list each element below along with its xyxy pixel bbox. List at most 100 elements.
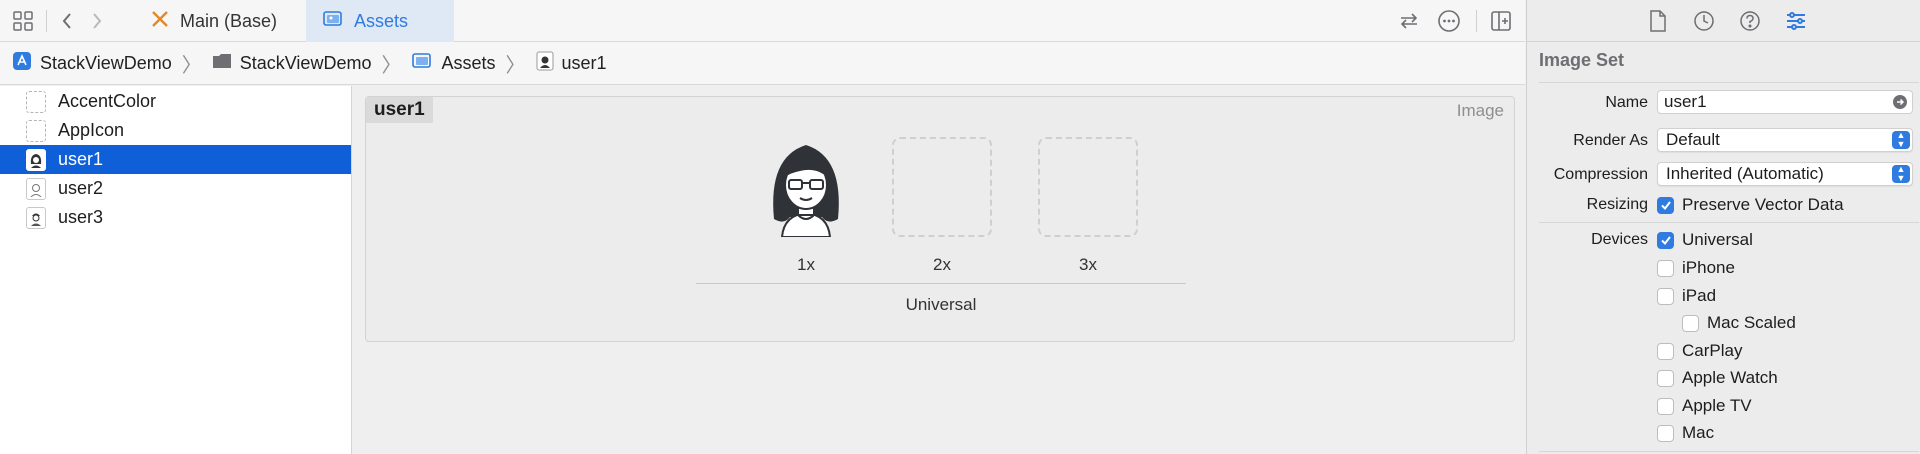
breadcrumb-separator: 〉 — [381, 54, 402, 77]
forward-chevron-icon[interactable] — [84, 8, 110, 34]
divider — [1539, 82, 1919, 83]
checkbox-box — [1657, 259, 1674, 277]
more-options-icon[interactable] — [1436, 8, 1462, 34]
compression-value: Inherited (Automatic) — [1666, 164, 1824, 183]
divider — [1476, 10, 1477, 32]
device-checkbox-ipad[interactable]: iPad — [1657, 286, 1716, 306]
render-as-popup[interactable]: Default ▲ ▼ — [1657, 128, 1913, 152]
avatar-thumbnail-icon — [26, 177, 46, 200]
breadcrumb-item-folder[interactable]: StackViewDemo — [212, 52, 372, 75]
checkbox-label: Apple Watch — [1682, 368, 1778, 387]
arrow-circle-icon[interactable] — [1892, 94, 1908, 115]
name-label: Name — [1605, 94, 1648, 111]
resizing-label: Resizing — [1586, 196, 1648, 213]
device-checkbox-iphone[interactable]: iPhone — [1657, 258, 1735, 278]
grid-icon[interactable] — [10, 8, 36, 34]
checkbox-box — [1657, 369, 1674, 387]
app-project-icon — [12, 51, 32, 76]
compression-popup[interactable]: Inherited (Automatic) ▲ ▼ — [1657, 162, 1913, 186]
checkmark-icon — [1657, 231, 1674, 249]
color-set-icon — [26, 90, 46, 113]
device-checkbox-apple-tv[interactable]: Apple TV — [1657, 396, 1752, 416]
swap-arrows-icon[interactable] — [1396, 8, 1422, 34]
list-item-accentcolor[interactable]: AccentColor — [0, 87, 351, 116]
list-item-label: user3 — [58, 207, 104, 227]
avatar-thumbnail-icon — [26, 148, 46, 171]
tab-assets[interactable]: Assets — [306, 0, 454, 42]
checkbox-label: Apple TV — [1682, 396, 1752, 415]
breadcrumb-item-project[interactable]: StackViewDemo — [12, 51, 172, 76]
tab-label: Main (Base) — [180, 10, 278, 31]
image-set-title: user1 — [366, 97, 433, 123]
image-set-card: user1 Image 1x 2x 3x Universal — [365, 96, 1515, 342]
breadcrumb-label: StackViewDemo — [40, 52, 172, 73]
checkbox-box — [1657, 397, 1674, 415]
folder-icon — [212, 52, 232, 75]
breadcrumb-item-imageset[interactable]: user1 — [536, 51, 607, 76]
checkbox-label: iPad — [1682, 286, 1717, 305]
divider — [1539, 451, 1919, 452]
name-field[interactable]: user1 — [1657, 90, 1913, 114]
divider — [46, 10, 47, 32]
asset-catalog-icon — [322, 9, 344, 34]
history-inspector-icon[interactable] — [1691, 8, 1717, 34]
name-field-value: user1 — [1664, 92, 1707, 111]
render-as-label: Render As — [1573, 132, 1648, 149]
render-as-value: Default — [1666, 130, 1720, 149]
breadcrumb-label: StackViewDemo — [239, 52, 372, 73]
list-item-user1[interactable]: user1 — [0, 145, 351, 174]
breadcrumb: StackViewDemo 〉 StackViewDemo 〉 Assets 〉… — [0, 42, 1525, 85]
list-item-appicon[interactable]: AppIcon — [0, 116, 351, 145]
interface-builder-icon — [150, 9, 170, 34]
tab-main-base[interactable]: Main (Base) — [134, 0, 293, 42]
image-slot-3x[interactable] — [1038, 137, 1138, 237]
divider — [1539, 222, 1919, 223]
asset-navigator: AccentColor AppIcon user1 user2 user3 — [0, 86, 352, 454]
asset-editor: user1 Image 1x 2x 3x Universal — [353, 86, 1525, 454]
device-group-label: Universal — [905, 295, 977, 314]
slot-label-3x: 3x — [1079, 255, 1097, 274]
preserve-vector-data-checkbox[interactable]: Preserve Vector Data — [1657, 195, 1844, 215]
attributes-inspector: Image Set Name user1 Render As Default ▲… — [1526, 0, 1920, 454]
asset-catalog-icon — [411, 51, 433, 76]
list-item-user3[interactable]: user3 — [0, 203, 351, 232]
checkbox-label: Mac — [1682, 423, 1715, 442]
list-item-user2[interactable]: user2 — [0, 174, 351, 203]
checkbox-label: Universal — [1682, 230, 1753, 249]
help-inspector-icon[interactable] — [1737, 8, 1763, 34]
image-set-kind: Image — [1456, 101, 1504, 120]
slot-label-2x: 2x — [933, 255, 951, 274]
chevron-up-down-icon: ▲ ▼ — [1892, 131, 1910, 149]
app-icon-set-icon — [26, 119, 46, 142]
breadcrumb-label: Assets — [441, 52, 496, 73]
breadcrumb-item-assets[interactable]: Assets — [411, 51, 496, 76]
image-slot-2x[interactable] — [892, 137, 992, 237]
add-editor-icon[interactable] — [1488, 8, 1514, 34]
device-checkbox-apple-watch[interactable]: Apple Watch — [1657, 368, 1778, 388]
device-checkbox-mac[interactable]: Mac — [1657, 423, 1714, 443]
slot-label-1x: 1x — [797, 255, 815, 274]
checkbox-label: iPhone — [1682, 258, 1735, 277]
breadcrumb-label: user1 — [561, 52, 607, 73]
checkbox-box — [1682, 314, 1699, 332]
image-slot-1x[interactable] — [756, 137, 856, 238]
image-set-icon — [536, 51, 554, 76]
checkbox-box — [1657, 287, 1674, 305]
checkbox-box — [1657, 342, 1674, 360]
list-item-label: AppIcon — [58, 120, 125, 140]
back-chevron-icon[interactable] — [54, 8, 80, 34]
device-checkbox-mac-scaled[interactable]: Mac Scaled — [1682, 313, 1796, 333]
devices-label: Devices — [1591, 231, 1648, 248]
file-inspector-icon[interactable] — [1645, 8, 1671, 34]
checkbox-label: Preserve Vector Data — [1682, 195, 1844, 214]
tab-label: Assets — [354, 10, 409, 31]
editor-tab-bar: Main (Base) Assets — [0, 0, 1525, 42]
list-item-label: user1 — [58, 149, 104, 169]
list-item-label: user2 — [58, 178, 104, 198]
inspector-tabs — [1527, 0, 1920, 42]
section-title: Image Set — [1539, 50, 1625, 70]
device-checkbox-carplay[interactable]: CarPlay — [1657, 341, 1742, 361]
chevron-up-down-icon: ▲ ▼ — [1892, 165, 1910, 183]
attributes-inspector-icon[interactable] — [1783, 8, 1809, 34]
device-checkbox-universal[interactable]: Universal — [1657, 230, 1753, 250]
